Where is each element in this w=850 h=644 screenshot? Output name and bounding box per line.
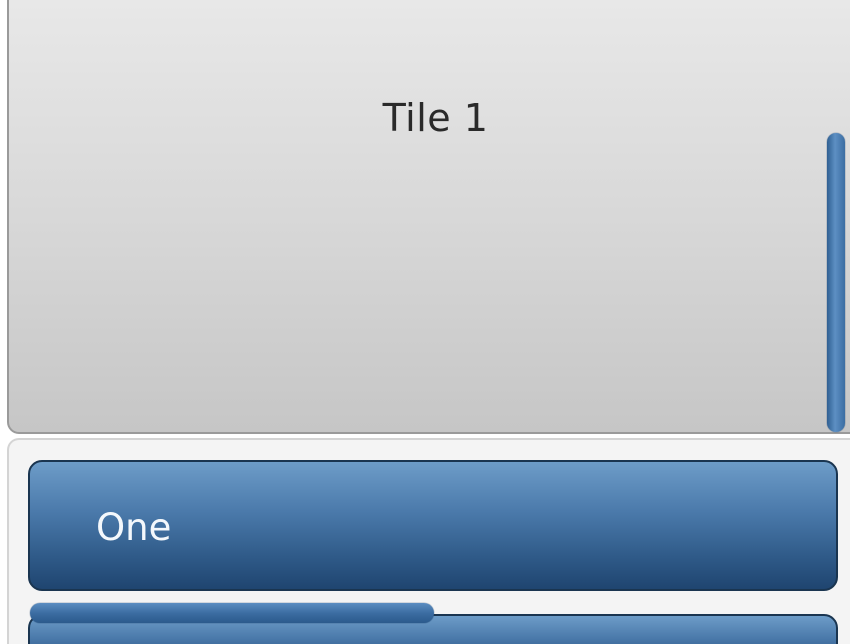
tile-vertical-scrollbar[interactable] [827,133,845,432]
tile-title: Tile 1 [382,96,489,140]
list-horizontal-scrollbar[interactable] [30,603,434,623]
tile-panel[interactable]: Tile 1 [7,0,850,434]
list-item-label: One [96,506,172,549]
list-item-one[interactable]: One [28,460,838,591]
screen: Tile 1 One [0,0,850,644]
